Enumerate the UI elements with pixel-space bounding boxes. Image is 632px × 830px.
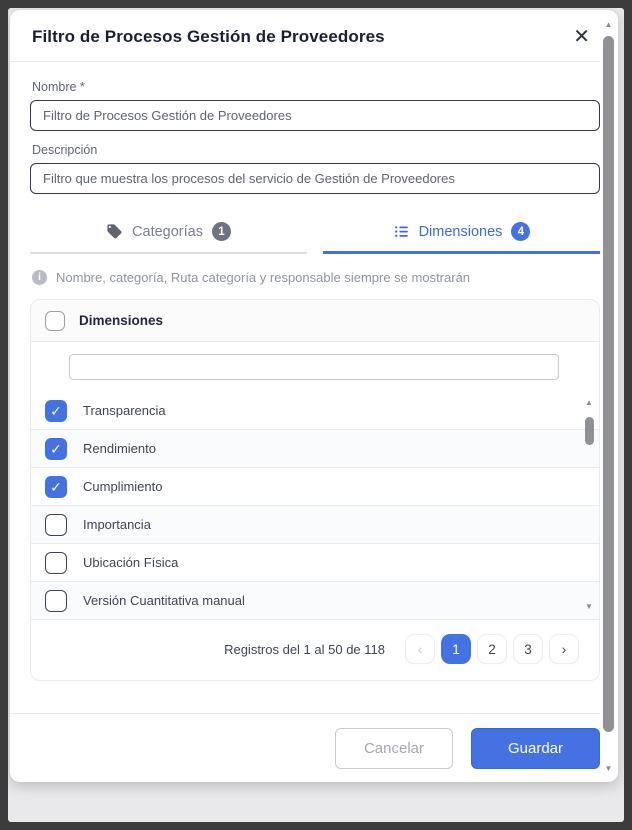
table-search-input[interactable] (69, 354, 559, 380)
cancel-button[interactable]: Cancelar (335, 728, 453, 769)
row-checkbox[interactable]: ✓ (45, 590, 67, 612)
row-checkbox[interactable]: ✓ (45, 476, 67, 498)
description-label: Descripción (32, 143, 600, 157)
dialog-footer: Cancelar Guardar (10, 713, 600, 782)
scroll-up-icon[interactable]: ▲ (605, 20, 613, 30)
modal-scroll-thumb[interactable] (603, 36, 614, 732)
scroll-down-icon[interactable]: ▼ (585, 602, 593, 612)
select-all-checkbox[interactable]: ✓ (45, 311, 65, 331)
list-scroll-track[interactable] (585, 411, 594, 599)
row-checkbox[interactable]: ✓ (45, 400, 67, 422)
scroll-up-icon[interactable]: ▲ (585, 398, 593, 408)
pagination-next-button[interactable]: › (549, 634, 579, 664)
tab-count-badge: 1 (212, 222, 231, 241)
info-icon: i (32, 270, 47, 285)
table-row[interactable]: ✓ Cumplimiento (31, 468, 599, 506)
page-buttons: ‹ 1 2 3 › (405, 634, 579, 664)
table-row[interactable]: ✓ Ubicación Física (31, 544, 599, 582)
check-icon: ✓ (50, 480, 62, 494)
modal-backdrop: Filtro de Procesos Gestión de Proveedore… (8, 8, 624, 822)
tab-categorias[interactable]: Categorías 1 (30, 222, 307, 254)
pagination-page-3[interactable]: 3 (513, 634, 543, 664)
tab-bar: Categorías 1 Dimensiones 4 (30, 222, 600, 254)
row-label: Cumplimiento (83, 479, 162, 494)
list-scroll-thumb[interactable] (585, 417, 594, 445)
info-text: Nombre, categoría, Ruta categoría y resp… (56, 270, 470, 285)
row-checkbox[interactable]: ✓ (45, 514, 67, 536)
pagination-page-2[interactable]: 2 (477, 634, 507, 664)
dimension-list: ✓ Transparencia ✓ Rendimiento ✓ Cumplimi… (31, 392, 599, 620)
dialog-body: Nombre * Descripción Categorías 1 (10, 62, 600, 703)
filter-dialog: Filtro de Procesos Gestión de Proveedore… (10, 10, 618, 782)
list-scrollbar[interactable]: ▲ ▼ (583, 398, 595, 612)
tab-label: Categorías (132, 224, 203, 240)
modal-scroll-track[interactable] (603, 34, 614, 760)
dialog-header: Filtro de Procesos Gestión de Proveedore… (10, 10, 600, 62)
list-icon (393, 223, 410, 240)
check-icon: ✓ (50, 442, 62, 456)
info-banner: i Nombre, categoría, Ruta categoría y re… (32, 270, 600, 285)
row-label: Transparencia (83, 403, 166, 418)
row-label: Ubicación Física (83, 555, 178, 570)
table-row[interactable]: ✓ Importancia (31, 506, 599, 544)
dimensions-table: ✓ Dimensiones ✓ Transparencia ✓ Re (30, 299, 600, 681)
tab-count-badge: 4 (511, 222, 530, 241)
close-icon[interactable]: ✕ (567, 25, 596, 49)
table-row[interactable]: ✓ Rendimiento (31, 430, 599, 468)
pagination: Registros del 1 al 50 de 118 ‹ 1 2 3 › (31, 620, 599, 680)
name-field[interactable] (30, 100, 600, 131)
row-checkbox[interactable]: ✓ (45, 552, 67, 574)
table-search-row (31, 342, 599, 392)
tab-label: Dimensiones (419, 224, 503, 240)
row-checkbox[interactable]: ✓ (45, 438, 67, 460)
modal-scrollbar[interactable]: ▲ ▼ (602, 20, 615, 774)
pagination-prev-button[interactable]: ‹ (405, 634, 435, 664)
table-header-label: Dimensiones (79, 313, 163, 328)
pagination-page-1[interactable]: 1 (441, 634, 471, 664)
tab-dimensiones[interactable]: Dimensiones 4 (323, 222, 600, 254)
dialog-title: Filtro de Procesos Gestión de Proveedore… (32, 27, 385, 47)
check-icon: ✓ (50, 404, 62, 418)
description-field[interactable] (30, 163, 600, 194)
row-label: Rendimiento (83, 441, 156, 456)
name-label: Nombre * (32, 80, 600, 94)
table-header-row: ✓ Dimensiones (31, 300, 599, 342)
table-row[interactable]: ✓ Versión Cuantitativa manual (31, 582, 599, 620)
tag-icon (106, 223, 123, 240)
row-label: Importancia (83, 517, 151, 532)
records-summary: Registros del 1 al 50 de 118 (224, 642, 385, 657)
name-form-group: Nombre * (30, 80, 600, 131)
scroll-down-icon[interactable]: ▼ (605, 764, 613, 774)
description-form-group: Descripción (30, 143, 600, 194)
row-label: Versión Cuantitativa manual (83, 593, 245, 608)
save-button[interactable]: Guardar (471, 728, 600, 769)
table-row[interactable]: ✓ Transparencia (31, 392, 599, 430)
